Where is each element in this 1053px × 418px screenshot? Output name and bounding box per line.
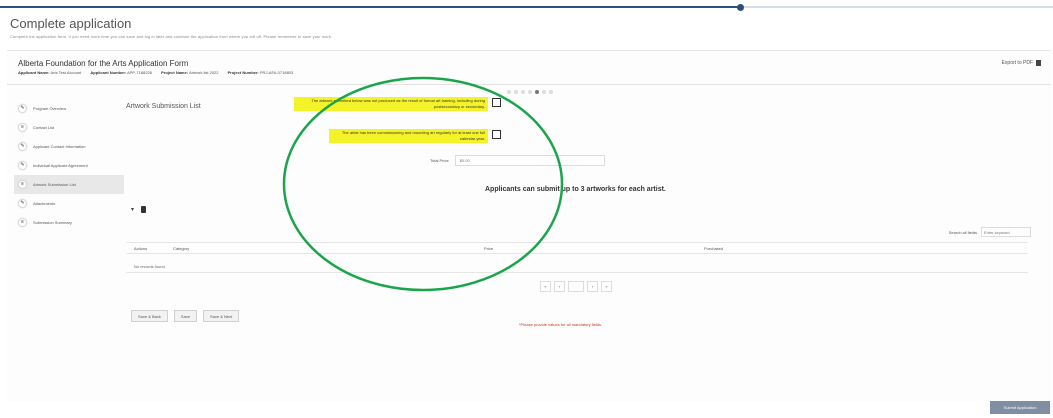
meta-label: Applicant Name: (18, 70, 50, 75)
total-price-input[interactable] (454, 155, 605, 166)
declaration-text: The artwork submitted below was not prod… (294, 97, 488, 111)
pager-button[interactable] (568, 281, 584, 292)
meta-value: PRJ-AFA-0718803 (259, 70, 294, 75)
sidebar-item-label: Individual Applicant Agreement (33, 163, 88, 168)
pagination: «‹ ›» (540, 281, 612, 292)
meta-project-number: Project Number: PRJ-AFA-0718803 (228, 70, 298, 75)
grid-toolbar: ▾ (131, 206, 147, 213)
pager-button[interactable]: › (587, 281, 598, 292)
sidebar-item[interactable]: ✎ Applicant Contact Information (14, 137, 124, 156)
step-dot[interactable] (549, 90, 553, 94)
sidebar-item[interactable]: ✎ Program Overview (14, 99, 124, 118)
sidebar-item-label: Applicant Contact Information (33, 144, 86, 149)
sidebar-item[interactable]: ✎ Attachments (14, 194, 124, 213)
sidebar-item[interactable]: ≡ Contact List (14, 118, 124, 137)
form-title: Alberta Foundation for the Arts Applicat… (18, 59, 189, 68)
total-price-label: Total Price (430, 158, 449, 163)
save-and-back-button[interactable]: Save & Back (131, 310, 168, 322)
sidebar: ✎ Program Overview ≡ Contact List ✎ Applicant… (14, 99, 124, 232)
meta-applicant-name: Applicant Name: Arts Test Account (18, 70, 85, 75)
sidebar-item-label: Artwork Submission List (33, 182, 76, 187)
sidebar-item[interactable]: ≡ Artwork Submission List (14, 175, 124, 194)
sidebar-item-label: Attachments (33, 201, 56, 206)
meta-value: Artwork list 2022 (188, 70, 219, 75)
sidebar-item[interactable]: ✎ Individual Applicant Agreement (14, 156, 124, 175)
header-divider (7, 84, 1051, 85)
meta-value: Arts Test Account (50, 70, 82, 75)
sidebar-item-label: Program Overview (33, 106, 67, 111)
grid-search-input[interactable] (981, 227, 1031, 237)
column-purchased[interactable]: Purchased (704, 246, 723, 251)
step-dot[interactable] (535, 90, 539, 94)
chevron-down-icon[interactable]: ▾ (131, 206, 134, 213)
section-title: Artwork Submission List (126, 103, 201, 110)
step-dot[interactable] (542, 90, 546, 94)
page-header: Complete application Complete the applic… (10, 16, 332, 39)
pencil-icon: ✎ (18, 199, 27, 208)
meta-label: Project Number: (227, 70, 259, 75)
grid-search: Search all fields (949, 227, 1031, 237)
form-meta: Applicant Name: Arts Test Account Applic… (18, 70, 301, 75)
step-dot[interactable] (514, 90, 518, 94)
sidebar-item-label: Submission Summary (33, 220, 72, 225)
export-pdf-button[interactable]: Export to PDF (1002, 60, 1041, 66)
step-dot[interactable] (528, 90, 532, 94)
column-actions[interactable]: Actions (134, 246, 147, 251)
declaration-checkbox[interactable] (492, 130, 501, 139)
declaration-commissioning: The artist has been commissioning and mo… (329, 129, 501, 143)
list-icon: ≡ (18, 123, 27, 132)
step-dot[interactable] (507, 90, 511, 94)
list-icon: ≡ (18, 180, 27, 189)
meta-label: Project Name: (161, 70, 189, 75)
grid-header: Actions Category Price Purchased (126, 242, 1028, 254)
total-price-field: Total Price (430, 155, 605, 166)
step-dot[interactable] (521, 90, 525, 94)
sidebar-item-label: Contact List (33, 125, 55, 130)
meta-value: APP-7188226 (127, 70, 153, 75)
trash-icon[interactable] (141, 206, 147, 213)
sidebar-item[interactable]: ≡ Submission Summary (14, 213, 124, 232)
pencil-icon: ✎ (18, 161, 27, 170)
progress-marker (737, 4, 744, 11)
meta-label: Applicant Number: (90, 70, 127, 75)
grid-search-label: Search all fields (948, 229, 977, 235)
declaration-formal-training: The artwork submitted below was not prod… (294, 97, 501, 111)
meta-applicant-number: Applicant Number: APP-7188226 (90, 70, 156, 75)
form-actions: Save & Back Save Save & Next (131, 310, 240, 322)
submit-application-button[interactable]: Submit Application (990, 401, 1050, 414)
save-and-next-button[interactable]: Save & Next (203, 310, 240, 322)
required-fields-note: *Please provide values for all mandatory… (519, 322, 603, 327)
column-price[interactable]: Price (484, 246, 493, 251)
list-icon: ≡ (18, 218, 27, 227)
pdf-icon (1036, 60, 1041, 66)
save-button[interactable]: Save (173, 310, 198, 322)
declaration-text: The artist has been commissioning and mo… (329, 129, 488, 143)
artwork-limit-note: Applicants can submit up to 3 artworks f… (485, 186, 666, 193)
pencil-icon: ✎ (18, 142, 27, 151)
meta-project-name: Project Name: Artwork list 2022 (161, 70, 222, 75)
declaration-checkbox[interactable] (492, 98, 501, 107)
pager-button[interactable]: » (601, 281, 612, 292)
progress-fill (0, 6, 741, 8)
pencil-icon: ✎ (18, 104, 27, 113)
page-instructions: Complete the application form. If you ne… (10, 34, 333, 39)
pager-button[interactable]: ‹ (554, 281, 565, 292)
export-pdf-label: Export to PDF (1001, 60, 1033, 66)
application-panel: Alberta Foundation for the Arts Applicat… (7, 50, 1051, 402)
grid-empty-message: No records found. (134, 264, 166, 269)
step-indicator (507, 90, 553, 94)
grid-divider (126, 272, 1028, 273)
pager-button[interactable]: « (540, 281, 551, 292)
page-title: Complete application (10, 16, 132, 31)
column-category[interactable]: Category (173, 246, 189, 251)
progress-bar (0, 0, 1053, 11)
